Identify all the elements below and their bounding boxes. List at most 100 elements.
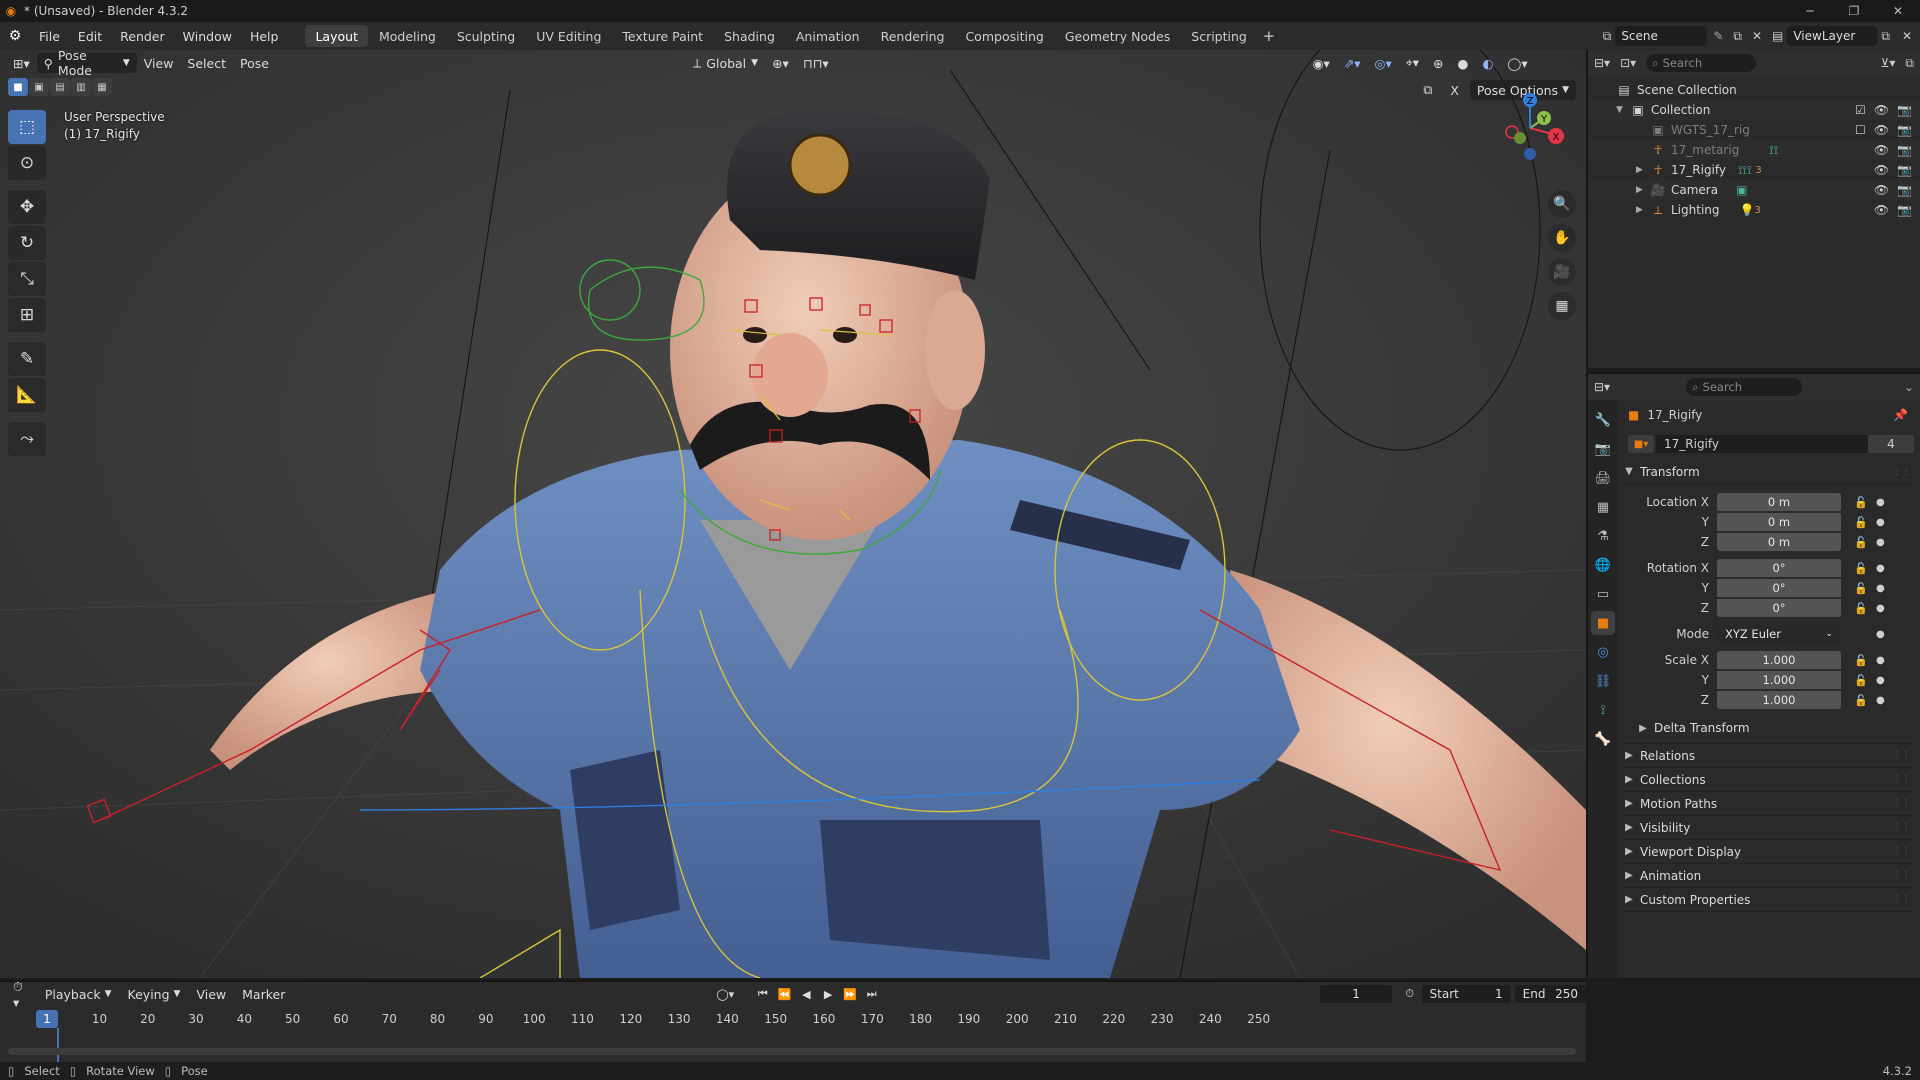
grip-icon[interactable]: ⋮⋮	[1892, 466, 1911, 477]
lock-icon[interactable]: 🔓	[1854, 694, 1868, 707]
menu-edit[interactable]: Edit	[69, 25, 111, 47]
rotation-x-field[interactable]: 0°	[1717, 559, 1841, 577]
select-new-icon[interactable]: ■	[8, 78, 28, 96]
select-subtract-icon[interactable]: ▤	[50, 78, 70, 96]
rotate-icon[interactable]: ↻	[8, 226, 46, 260]
keyframe-dot-icon[interactable]: ●	[1876, 537, 1885, 548]
new-scene-icon[interactable]: ⧉	[1729, 29, 1746, 44]
properties-search[interactable]: ⌕ Search	[1686, 378, 1803, 396]
checkbox-icon[interactable]: ☐	[1855, 123, 1866, 137]
chevron-right-icon[interactable]: ▶	[1636, 205, 1650, 215]
eye-icon[interactable]: 👁	[1874, 103, 1889, 117]
playhead-frame[interactable]: 1	[36, 1010, 58, 1028]
remove-view-layer-icon[interactable]: ✕	[1894, 29, 1920, 43]
xray-icon[interactable]: ⌖▾	[1399, 53, 1426, 73]
tab-geometry-nodes[interactable]: Geometry Nodes	[1055, 25, 1180, 47]
chevron-right-icon[interactable]: ▶	[1636, 165, 1650, 175]
play-icon[interactable]: ▶	[818, 984, 838, 1004]
keyframe-dot-icon[interactable]: ●	[1876, 695, 1885, 706]
close-icon[interactable]: ✕	[1876, 0, 1920, 22]
play-reverse-icon[interactable]: ◀	[797, 984, 817, 1004]
grip-icon[interactable]: ⋮⋮	[1892, 750, 1911, 761]
keyframe-dot-icon[interactable]: ●	[1876, 563, 1885, 574]
lock-icon[interactable]: 🔓	[1854, 562, 1868, 575]
select-invert-icon[interactable]: ▥	[71, 78, 91, 96]
world-tab-icon[interactable]: 🌐	[1591, 553, 1615, 577]
camera-icon[interactable]: 📷	[1897, 123, 1912, 137]
lock-icon[interactable]: 🔓	[1854, 516, 1868, 529]
preview-range-icon[interactable]: ⏱	[1400, 984, 1420, 1004]
grip-icon[interactable]: ⋮⋮	[1892, 798, 1911, 809]
display-mode-icon[interactable]: ⊡▾	[1620, 56, 1636, 70]
tab-layout[interactable]: Layout	[305, 25, 368, 47]
eye-icon[interactable]: 👁	[1874, 203, 1889, 217]
editor-type-icon[interactable]: ⊟▾	[1594, 56, 1610, 70]
grip-icon[interactable]: ⋮⋮	[1892, 822, 1911, 833]
location-z-field[interactable]: 0 m	[1717, 533, 1841, 551]
lock-icon[interactable]: 🔓	[1854, 536, 1868, 549]
menu-playback[interactable]: Playback ▼	[38, 984, 119, 1004]
panel-visibility[interactable]: ▶ Visibility ⋮⋮	[1622, 816, 1914, 840]
lock-icon[interactable]: 🔓	[1854, 496, 1868, 509]
current-frame-field[interactable]: 1	[1320, 985, 1392, 1003]
keyframe-dot-icon[interactable]: ●	[1876, 655, 1885, 666]
lock-icon[interactable]: 🔓	[1854, 602, 1868, 615]
outliner-row-camera[interactable]: ▶ 🎥 Camera ▣ 👁 📷	[1588, 180, 1920, 200]
end-frame-field[interactable]: End 250	[1514, 985, 1586, 1003]
outliner-row-lighting[interactable]: ▶ ⟂ Lighting 💡 3 👁 📷	[1588, 200, 1920, 220]
bone-size-icon[interactable]: ⤳	[8, 422, 46, 456]
menu-help[interactable]: Help	[241, 25, 288, 47]
camera-icon[interactable]: 📷	[1897, 163, 1912, 177]
jump-end-icon[interactable]: ⏭	[862, 984, 882, 1004]
pivot-icon[interactable]: ⊕▾	[765, 53, 796, 73]
object-tab-icon[interactable]: ■	[1591, 611, 1615, 635]
menu-keying[interactable]: Keying ▼	[121, 984, 188, 1004]
lock-icon[interactable]: 🔓	[1854, 674, 1868, 687]
eye-icon[interactable]: 👁	[1874, 183, 1889, 197]
camera-view-icon[interactable]: 🎥	[1548, 258, 1576, 286]
shading-wireframe-icon[interactable]: ⊕	[1426, 53, 1450, 73]
zoom-icon[interactable]: 🔍	[1548, 190, 1576, 218]
tool-tab-icon[interactable]: 🔧	[1591, 408, 1615, 432]
eye-icon[interactable]: 👁	[1874, 123, 1889, 137]
menu-file[interactable]: File	[30, 25, 69, 47]
cursor-icon[interactable]: ⊙	[8, 146, 46, 180]
filter-icon[interactable]: ⊻▾	[1881, 56, 1896, 70]
new-view-layer-icon[interactable]: ⧉	[1877, 29, 1894, 44]
menu-render[interactable]: Render	[111, 25, 174, 47]
menu-select[interactable]: Select	[180, 53, 233, 73]
keyframe-dot-icon[interactable]: ●	[1876, 517, 1885, 528]
shading-solid-icon[interactable]: ●	[1451, 53, 1476, 73]
tab-rendering[interactable]: Rendering	[871, 25, 955, 47]
menu-window[interactable]: Window	[174, 25, 241, 47]
timeline-ruler[interactable]: 10 20 30 40 50 60 70 80 90 100 110 120 130 140 150 160 1…	[0, 1010, 1586, 1030]
outliner-row-wgts[interactable]: ▣ WGTS_17_rig ☐ 👁 📷	[1588, 120, 1920, 140]
lock-icon[interactable]: 🔓	[1854, 582, 1868, 595]
jump-next-keyframe-icon[interactable]: ⏩	[840, 984, 860, 1004]
shading-rendered-icon[interactable]: ◯▾	[1500, 53, 1534, 73]
lock-icon[interactable]: 🔓	[1854, 654, 1868, 667]
scene-field[interactable]: Scene	[1615, 26, 1708, 46]
keyframe-dot-icon[interactable]: ●	[1876, 583, 1885, 594]
jump-prev-keyframe-icon[interactable]: ⏪	[775, 984, 795, 1004]
location-y-field[interactable]: 0 m	[1717, 513, 1841, 531]
scale-z-field[interactable]: 1.000	[1717, 691, 1841, 709]
start-frame-field[interactable]: Start 1	[1421, 985, 1511, 1003]
visibility-icon[interactable]: ◉▾	[1306, 53, 1337, 73]
annotate-icon[interactable]: ✎	[8, 342, 46, 376]
rotation-y-field[interactable]: 0°	[1717, 579, 1841, 597]
minimize-icon[interactable]: ─	[1788, 0, 1832, 22]
tab-uv-editing[interactable]: UV Editing	[526, 25, 611, 47]
editor-type-icon[interactable]: ⏱▾	[6, 979, 36, 1010]
datablock-name-field[interactable]: 17_Rigify	[1656, 435, 1868, 453]
snap-icon[interactable]: ⊓⊓▾	[796, 53, 836, 73]
gizmo-icon[interactable]: ⇗▾	[1337, 53, 1368, 73]
tab-scripting[interactable]: Scripting	[1181, 25, 1257, 47]
tab-sculpting[interactable]: Sculpting	[447, 25, 525, 47]
chevron-down-icon[interactable]: ⌄	[1904, 380, 1914, 394]
panel-custom-properties[interactable]: ▶ Custom Properties ⋮⋮	[1622, 888, 1914, 912]
add-workspace-icon[interactable]: +	[1258, 25, 1280, 47]
chevron-down-icon[interactable]: ▼	[1616, 105, 1630, 115]
tab-shading[interactable]: Shading	[714, 25, 785, 47]
menu-pose[interactable]: Pose	[233, 53, 276, 73]
